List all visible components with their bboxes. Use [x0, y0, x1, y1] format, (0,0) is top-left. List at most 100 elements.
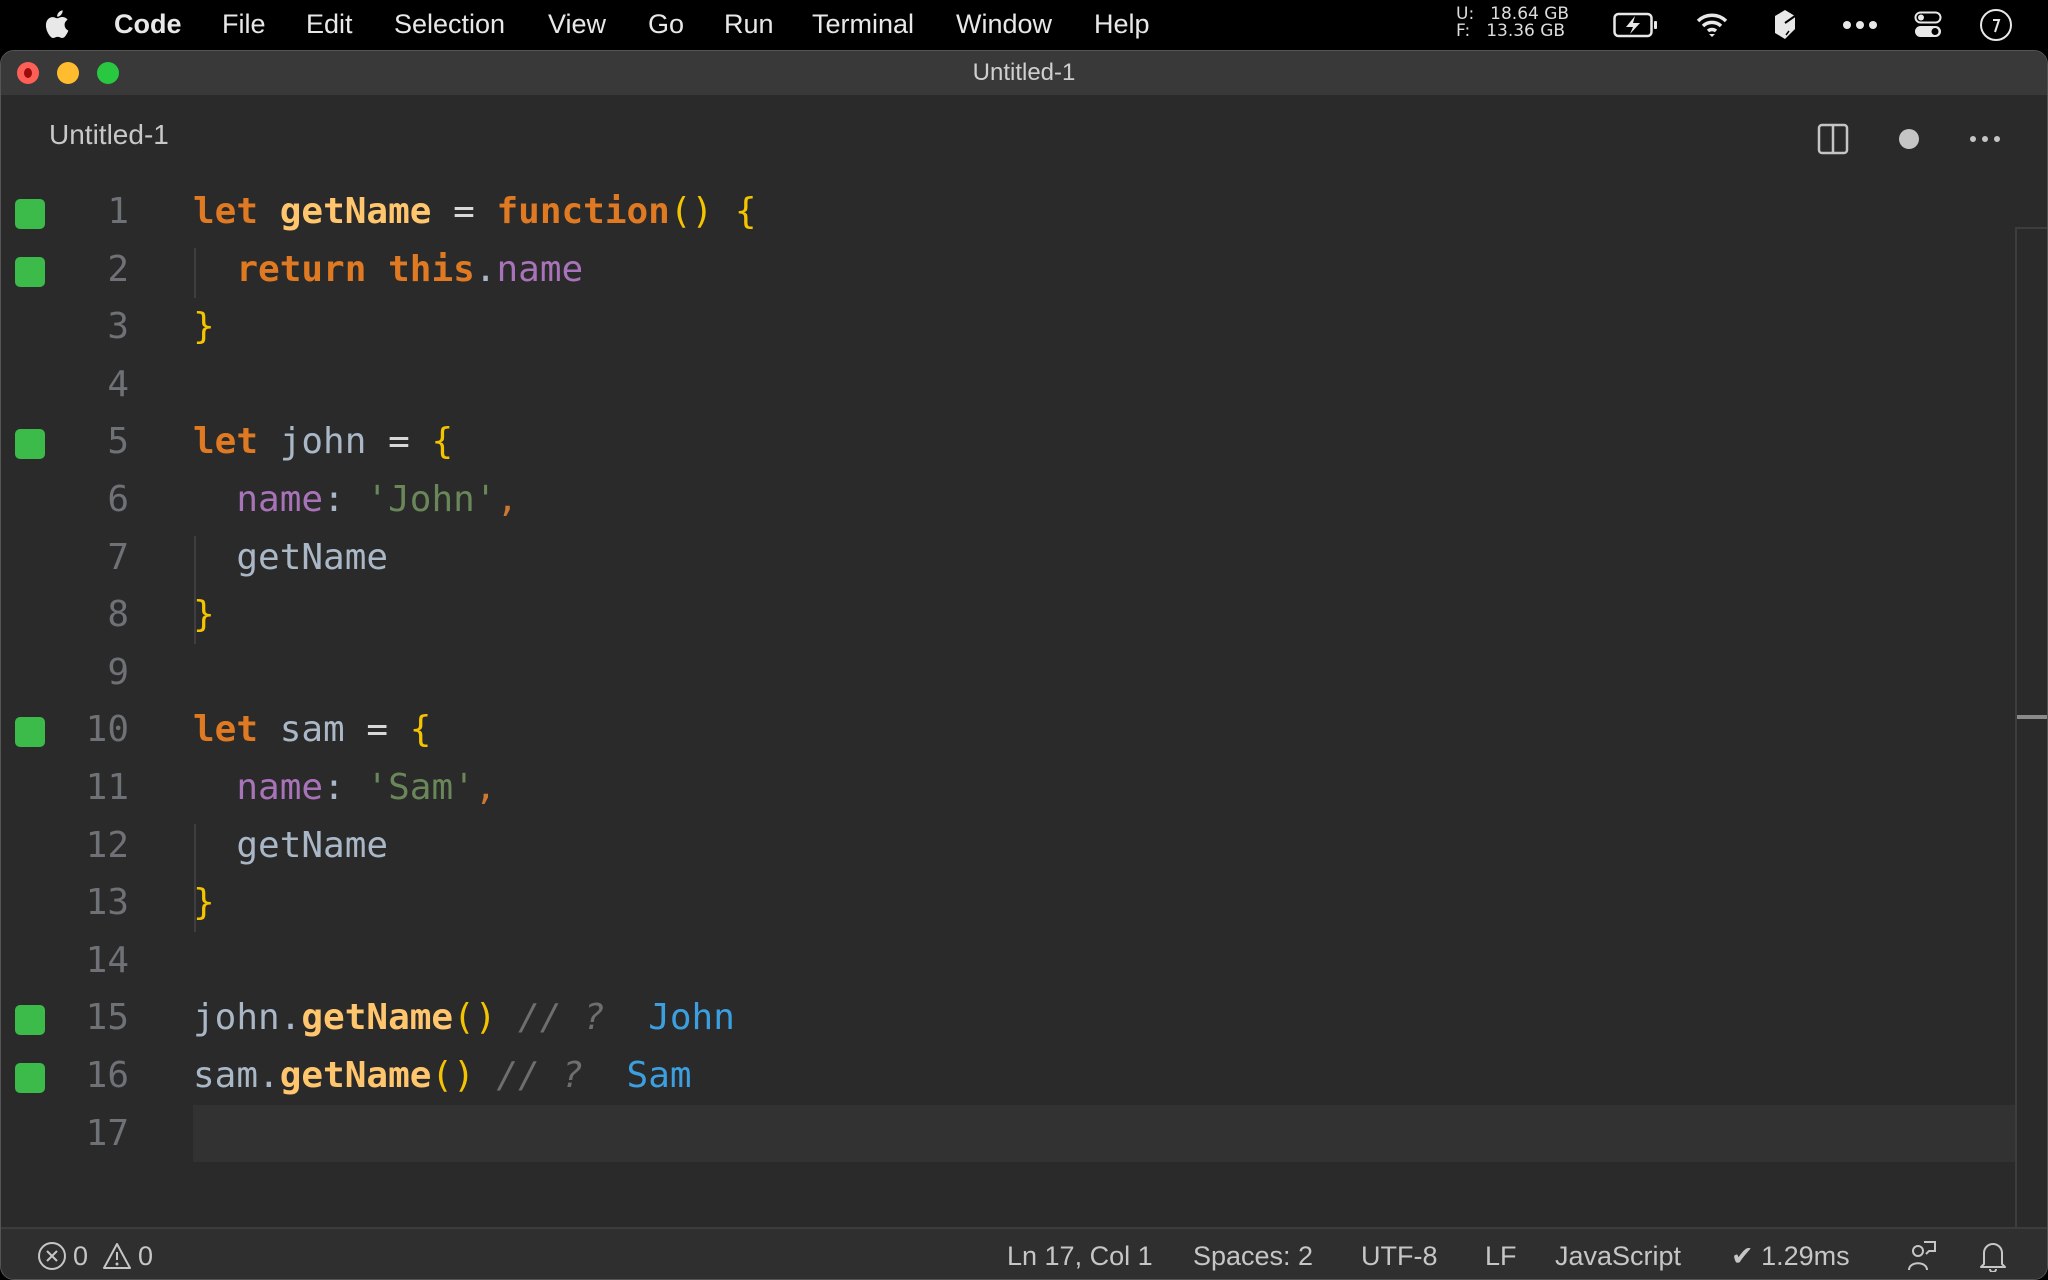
inline-result-value: John: [648, 997, 735, 1039]
code-token: }: [193, 882, 215, 924]
code-line[interactable]: 7 getName: [1, 529, 2015, 587]
menu-window[interactable]: Window: [956, 0, 1052, 50]
code-line[interactable]: 12 getName: [1, 817, 2015, 875]
menu-run[interactable]: Run: [724, 0, 774, 50]
code-editor[interactable]: 1 let getName = function() {2 return this…: [1, 179, 2015, 1225]
code-text[interactable]: }: [193, 586, 215, 644]
menu-terminal[interactable]: Terminal: [812, 0, 914, 50]
line-number: 5: [107, 421, 129, 463]
quokka-timing[interactable]: ✔ 1.29ms: [1731, 1229, 1850, 1279]
code-line[interactable]: 16 sam.getName() // ? Sam: [1, 1047, 2015, 1105]
apple-logo-icon[interactable]: [40, 6, 76, 42]
code-token: // ?: [518, 997, 605, 1039]
code-text[interactable]: sam.getName() // ? Sam: [193, 1047, 692, 1105]
control-center-icon[interactable]: [1912, 8, 1944, 42]
code-token: (): [669, 191, 714, 232]
code-token: name: [496, 248, 584, 290]
code-text[interactable]: getName: [193, 817, 388, 875]
code-text[interactable]: }: [193, 874, 215, 932]
code-line[interactable]: 6 name: 'John',: [1, 471, 2015, 529]
language-mode[interactable]: JavaScript: [1555, 1229, 1681, 1279]
code-line[interactable]: 2 return this.name: [1, 241, 2015, 299]
indentation-setting[interactable]: Spaces: 2: [1193, 1229, 1313, 1279]
end-of-line-setting[interactable]: LF: [1485, 1229, 1517, 1279]
code-line[interactable]: 1 let getName = function() {: [1, 183, 2015, 241]
code-token: =: [431, 191, 497, 232]
code-text[interactable]: let sam = {: [193, 701, 431, 759]
split-editor-button[interactable]: [1811, 117, 1855, 161]
code-text[interactable]: return this.name: [193, 241, 583, 299]
more-actions-button[interactable]: [1963, 117, 2007, 161]
code-text[interactable]: getName: [193, 529, 388, 587]
code-line[interactable]: 11 name: 'Sam',: [1, 759, 2015, 817]
code-line[interactable]: 5 let john = {: [1, 413, 2015, 471]
tab-untitled-1[interactable]: Untitled-1: [49, 119, 169, 151]
line-number: 14: [85, 939, 129, 981]
current-line-highlight: [193, 1104, 2015, 1163]
line-number: 4: [107, 363, 129, 405]
cursor-position-marker: [2017, 715, 2047, 719]
problems-indicator[interactable]: 0 0: [37, 1229, 153, 1279]
code-token: =: [366, 421, 432, 463]
box-icon[interactable]: [1770, 8, 1800, 42]
menu-app-name[interactable]: Code: [114, 0, 182, 50]
code-line[interactable]: 9: [1, 644, 2015, 702]
vertical-scrollbar[interactable]: [2015, 229, 2017, 1277]
minimize-window-button[interactable]: [57, 62, 79, 84]
code-line[interactable]: 15 john.getName() // ? John: [1, 989, 2015, 1047]
code-text[interactable]: name: 'Sam',: [193, 759, 496, 817]
cursor-position[interactable]: Ln 17, Col 1: [1007, 1229, 1153, 1279]
line-number: 6: [107, 479, 129, 520]
code-token: john.: [193, 997, 302, 1039]
code-line[interactable]: 14: [1, 932, 2015, 990]
code-token: function: [496, 191, 670, 232]
inline-result-value: Sam: [626, 1055, 692, 1096]
memory-stats[interactable]: U: 18.64 GB F: 13.36 GB: [1456, 6, 1569, 40]
clock-icon[interactable]: [1978, 8, 2014, 42]
overview-ruler-border: [2015, 227, 2047, 229]
code-line[interactable]: 10 let sam = {: [1, 701, 2015, 759]
code-token: (): [431, 1055, 475, 1096]
code-line[interactable]: 3}: [1, 298, 2015, 356]
unsaved-indicator-button[interactable]: [1887, 117, 1931, 161]
error-icon: [38, 1242, 66, 1270]
menu-go[interactable]: Go: [648, 0, 684, 50]
maximize-window-button[interactable]: [97, 62, 119, 84]
code-token: ,: [496, 479, 519, 520]
code-text[interactable]: john.getName() // ? John: [193, 989, 735, 1047]
menu-file[interactable]: File: [222, 0, 266, 50]
battery-charging-icon[interactable]: [1612, 8, 1660, 42]
line-number: 16: [85, 1055, 129, 1096]
code-token: getName: [279, 191, 432, 232]
code-line[interactable]: 17: [1, 1104, 2015, 1163]
feedback-button[interactable]: [1907, 1229, 1937, 1279]
code-text[interactable]: name: 'John',: [193, 471, 518, 529]
wifi-icon[interactable]: [1694, 8, 1730, 42]
line-number: 12: [85, 824, 129, 866]
encoding-setting[interactable]: UTF-8: [1361, 1229, 1438, 1279]
code-line[interactable]: 13}: [1, 874, 2015, 932]
editor-window: Untitled-1 Untitled-1 1 let getName = fun…: [0, 50, 2048, 1280]
code-text[interactable]: let john = {: [193, 413, 453, 471]
line-number: 3: [107, 306, 129, 348]
menu-selection[interactable]: Selection: [394, 0, 505, 50]
menu-view[interactable]: View: [548, 0, 606, 50]
menu-help[interactable]: Help: [1094, 0, 1150, 50]
notifications-button[interactable]: [1979, 1229, 2007, 1279]
code-token: =: [344, 709, 410, 751]
code-token: getName: [193, 824, 389, 866]
code-text[interactable]: let getName = function() {: [193, 183, 757, 241]
coverage-marker-icon: [15, 1063, 45, 1093]
ellipsis-icon: [1970, 136, 2000, 142]
close-window-button[interactable]: [17, 62, 39, 84]
more-icon[interactable]: [1840, 8, 1880, 42]
code-line[interactable]: 4: [1, 356, 2015, 414]
code-text[interactable]: }: [193, 298, 215, 356]
feedback-icon: [1908, 1241, 1936, 1271]
code-line[interactable]: 8}: [1, 586, 2015, 644]
menu-edit[interactable]: Edit: [306, 0, 353, 50]
